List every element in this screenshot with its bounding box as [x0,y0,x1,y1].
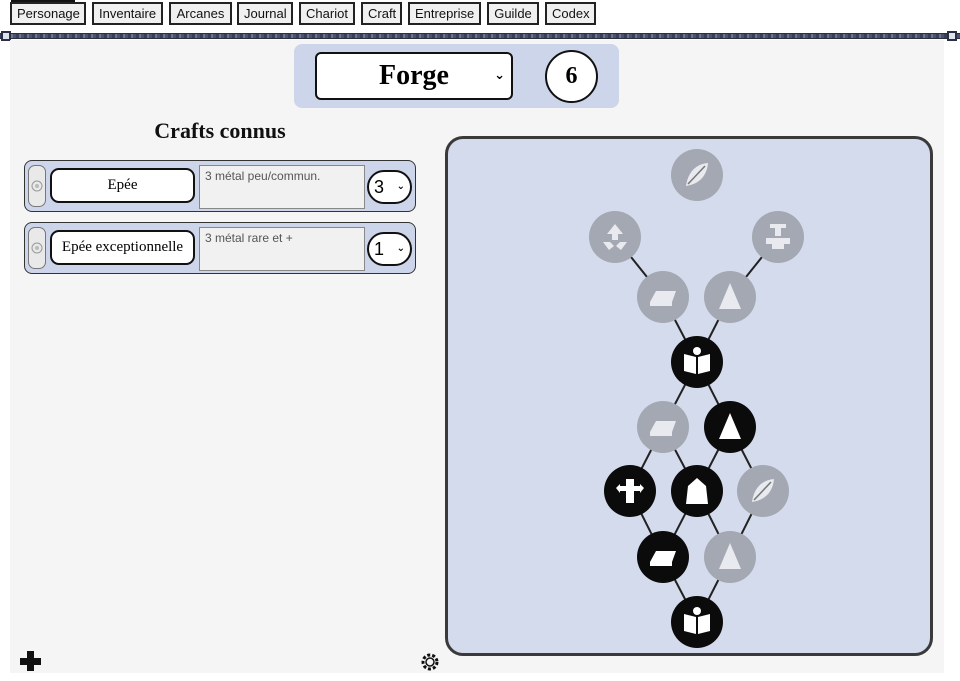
open-book-icon [680,345,714,379]
add-cross-icon[interactable] [19,650,43,672]
craft-row: Epée exceptionnelle 3 métal rare et + 1 … [24,222,416,274]
craft-qty-select[interactable]: 3 ⌄ [367,170,412,204]
skill-node[interactable] [604,465,656,517]
craft-cost-text: 3 métal rare et + [199,227,365,271]
tab-arcanes[interactable]: Arcanes [169,2,232,25]
tab-personage[interactable]: Personage [10,2,86,25]
seal-icon [31,242,43,254]
metal-ingot-icon [646,540,680,574]
craft-qty-value: 1 [374,238,385,259]
recycle-icon [598,220,632,254]
cone-weight-icon [713,540,747,574]
skill-node[interactable] [671,336,723,388]
chevron-down-icon: ⌄ [396,243,405,254]
craft-cost-text: 3 métal peu/commun. [199,165,365,209]
tab-inventaire[interactable]: Inventaire [92,2,163,25]
skill-tree-panel [445,136,933,656]
metier-level-badge: 6 [545,50,598,103]
skill-node[interactable] [704,531,756,583]
skill-node[interactable] [704,401,756,453]
metier-select[interactable]: Forge ⌄ [315,52,513,100]
chevron-down-icon: ⌄ [396,181,405,192]
metier-selected-value: Forge [379,60,449,91]
cone-weight-icon [713,410,747,444]
main-nav: Personage Inventaire Arcanes Journal Cha… [0,0,960,32]
skill-node[interactable] [704,271,756,323]
settings-gear-icon[interactable] [419,651,441,673]
tab-guilde[interactable]: Guilde [487,2,539,25]
crafts-title: Crafts connus [154,118,286,143]
tab-codex[interactable]: Codex [545,2,596,25]
chevron-down-icon: ⌄ [494,68,505,83]
skill-node[interactable] [589,211,641,263]
craft-name-button[interactable]: Epée exceptionnelle [50,230,195,265]
cone-weight-icon [713,280,747,314]
craft-qty-value: 3 [374,176,385,197]
open-book-icon [680,605,714,639]
craft-name-button[interactable]: Epée [50,168,195,203]
feather-leaf-icon [746,474,780,508]
skill-node[interactable] [671,596,723,648]
skill-node[interactable] [637,531,689,583]
tab-chariot[interactable]: Chariot [299,2,355,25]
feather-leaf-icon [680,158,714,192]
skill-node[interactable] [637,271,689,323]
divider-right-cap [947,31,957,41]
armored-figure-icon [613,474,647,508]
craft-expand-button[interactable] [28,227,46,269]
skill-node[interactable] [671,465,723,517]
cloak-armor-icon [680,474,714,508]
metal-ingot-icon [646,280,680,314]
craft-qty-select[interactable]: 1 ⌄ [367,232,412,266]
metal-ingot-icon [646,410,680,444]
tab-craft[interactable]: Craft [361,2,402,25]
skill-node[interactable] [637,401,689,453]
skill-node[interactable] [752,211,804,263]
seal-icon [31,180,43,192]
craft-row: Epée 3 métal peu/commun. 3 ⌄ [24,160,416,212]
skill-node[interactable] [671,149,723,201]
anvil-hammer-icon [761,220,795,254]
skill-tree-links [614,236,779,623]
header-divider [0,33,960,39]
tab-journal[interactable]: Journal [237,2,293,25]
tab-entreprise[interactable]: Entreprise [408,2,481,25]
skill-node[interactable] [737,465,789,517]
craft-expand-button[interactable] [28,165,46,207]
